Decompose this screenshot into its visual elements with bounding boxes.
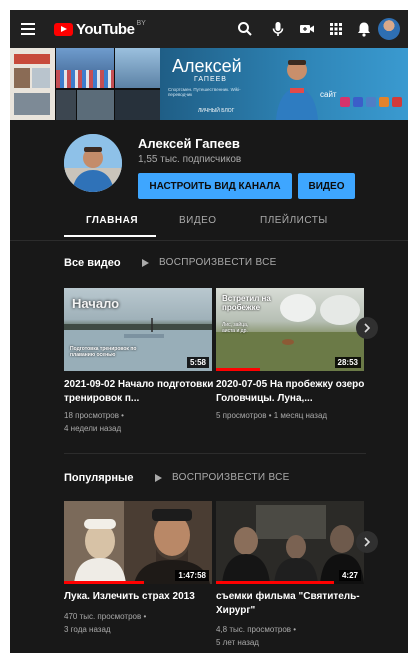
chevron-right-icon	[364, 537, 371, 547]
video-views: 470 тыс. просмотров •	[64, 612, 147, 621]
section-title-popular: Популярные	[64, 472, 134, 484]
video-views: 18 просмотров •	[64, 411, 124, 420]
facebook-icon[interactable]	[353, 97, 363, 107]
upload-age: 1 месяц назад	[273, 411, 328, 420]
video-duration: 5:58	[186, 357, 209, 368]
tab-videos[interactable]: ВИДЕО	[179, 215, 217, 226]
channel-avatar[interactable]	[64, 134, 122, 192]
videos-button[interactable]: ВИДЕО	[298, 173, 355, 199]
view-count: 5 просмотров	[216, 411, 267, 420]
thumbnail-title-overlay: Начало	[72, 296, 120, 311]
video-views-age: 5 просмотров • 1 месяц назад	[216, 411, 328, 420]
apps-grid-icon[interactable]	[327, 20, 345, 38]
play-all-button[interactable]: ВОСПРОИЗВЕСТИ ВСЕ	[155, 472, 290, 483]
watch-progress-bar	[216, 368, 260, 371]
banner-tagline: Спортсмен. Путешественник. Wiki-переводч…	[168, 87, 241, 97]
video-age: 3 года назад	[64, 625, 111, 634]
banner-blog-label: ЛИЧНЫЙ БЛОГ	[198, 108, 235, 114]
banner-surname: ГАПЕЕВ	[194, 76, 227, 83]
banner-site-link[interactable]: сайт	[320, 90, 337, 99]
video-duration: 1:47:58	[175, 570, 209, 581]
logo-text: YouTube	[76, 20, 135, 38]
chevron-right-icon	[364, 323, 371, 333]
banner-title-area: Алексей ГАПЕЕВ Спортсмен. Путешественник…	[160, 48, 408, 120]
carousel-next-button[interactable]	[356, 317, 378, 339]
carousel-next-button[interactable]	[356, 531, 378, 553]
video-views: 4,8 тыс. просмотров •	[216, 625, 297, 634]
microphone-icon[interactable]	[269, 20, 287, 38]
watch-progress-bar	[216, 581, 334, 584]
account-avatar[interactable]	[378, 18, 400, 40]
banner-name: Алексей	[172, 56, 242, 76]
video-age: 4 недели назад	[64, 424, 122, 433]
thumbnail-title-overlay: Встретил на пробежке	[222, 294, 271, 312]
thumbnail-caption: Подготовка тренировок по плаванию осенью	[70, 346, 137, 358]
youtube-link-icon[interactable]	[392, 97, 402, 107]
video-thumbnail[interactable]: 1:47:58	[64, 501, 212, 584]
play-all-button[interactable]: ВОСПРОИЗВЕСТИ ВСЕ	[142, 257, 277, 268]
vk-icon[interactable]	[366, 97, 376, 107]
youtube-play-icon	[54, 22, 73, 36]
instagram-icon[interactable]	[340, 97, 350, 107]
bell-icon[interactable]	[355, 20, 373, 38]
tab-home[interactable]: ГЛАВНАЯ	[86, 215, 138, 226]
video-thumbnail[interactable]: Встретил на пробежке Лис, зайца, аиста и…	[216, 288, 364, 371]
video-age: 5 лет назад	[216, 638, 259, 647]
banner-portrait	[276, 60, 318, 120]
play-icon	[142, 258, 149, 267]
channel-avatar-image	[64, 134, 122, 192]
top-app-bar: YouTube BY	[10, 10, 408, 48]
banner-photo-collage	[10, 48, 160, 120]
play-icon	[155, 473, 162, 482]
video-thumbnail[interactable]: Начало Подготовка тренировок по плаванию…	[64, 288, 212, 371]
play-all-label: ВОСПРОИЗВЕСТИ ВСЕ	[172, 472, 290, 483]
youtube-mobile-channel-page: YouTube BY Алексей ГАПЕЕВ Спортсмен. Пут…	[10, 10, 408, 653]
subscriber-count: 1,55 тыс. подписчиков	[138, 154, 242, 165]
video-title[interactable]: 2021-09-02 Начало подготовки тренировок …	[64, 378, 216, 406]
tabs-divider	[10, 240, 408, 241]
country-code: BY	[136, 19, 146, 27]
channel-banner: Алексей ГАПЕЕВ Спортсмен. Путешественник…	[10, 48, 408, 120]
hamburger-menu-icon[interactable]	[21, 23, 35, 35]
watch-progress-bar	[64, 581, 144, 584]
channel-tabs: ГЛАВНАЯ ВИДЕО ПЛЕЙЛИСТЫ	[64, 208, 394, 238]
channel-name: Алексей Гапеев	[138, 136, 240, 151]
tab-playlists[interactable]: ПЛЕЙЛИСТЫ	[260, 215, 328, 226]
video-duration: 28:53	[334, 357, 361, 368]
view-count: 4,8 тыс. просмотров	[216, 625, 292, 634]
view-count: 18 просмотров	[64, 411, 119, 420]
video-title[interactable]: съемки фильма "Святитель-Хирург"	[216, 590, 368, 618]
customize-channel-button[interactable]: НАСТРОИТЬ ВИД КАНАЛА	[138, 173, 292, 199]
section-divider	[64, 453, 366, 454]
view-count: 470 тыс. просмотров	[64, 612, 142, 621]
active-tab-indicator	[64, 235, 156, 237]
play-all-label: ВОСПРОИЗВЕСТИ ВСЕ	[159, 257, 277, 268]
search-icon[interactable]	[236, 20, 254, 38]
banner-social-links	[340, 97, 402, 107]
video-camera-icon[interactable]	[298, 20, 316, 38]
thumbnail-caption: Лис, зайца, аиста и др.	[222, 322, 249, 334]
odnoklassniki-icon[interactable]	[379, 97, 389, 107]
video-duration: 4:27	[338, 570, 361, 581]
video-title[interactable]: 2020-07-05 На пробежку озеро Головчицы. …	[216, 378, 368, 406]
youtube-logo[interactable]: YouTube BY	[54, 20, 146, 38]
video-title[interactable]: Лука. Излечить страх 2013	[64, 590, 216, 604]
video-thumbnail[interactable]: 4:27	[216, 501, 364, 584]
section-title-all-videos: Все видео	[64, 257, 121, 269]
